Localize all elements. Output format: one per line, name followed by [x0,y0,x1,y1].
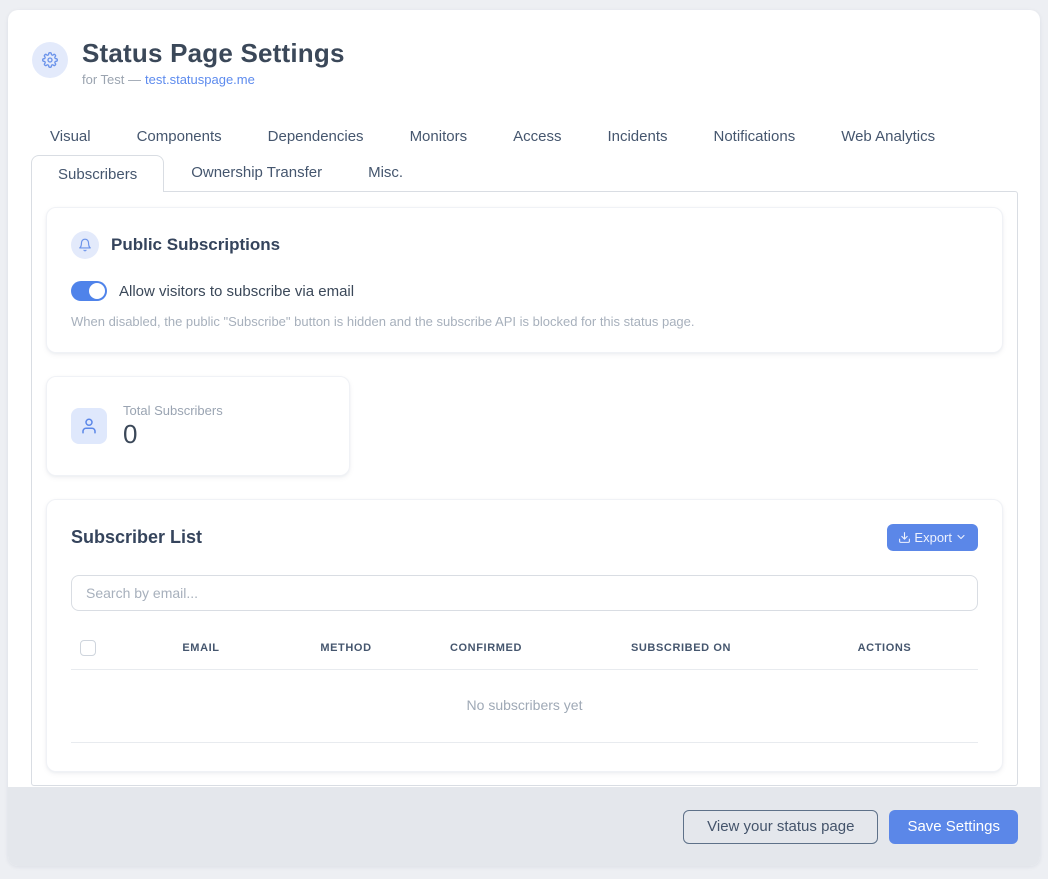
subscriber-list-header: Subscriber List Export [71,524,978,551]
page-header-text: Status Page Settings for Test — test.stat… [82,38,345,87]
tab-ownership-transfer[interactable]: Ownership Transfer [172,154,341,191]
empty-state: No subscribers yet [71,670,978,743]
status-page-link[interactable]: test.statuspage.me [145,72,255,87]
view-status-page-button[interactable]: View your status page [683,810,878,844]
subscribe-helper-text: When disabled, the public "Subscribe" bu… [71,314,978,329]
select-all-checkbox[interactable] [80,640,96,656]
tab-subscribers[interactable]: Subscribers [31,155,164,192]
toggle-knob [89,283,105,299]
tab-incidents[interactable]: Incidents [588,120,686,154]
total-subscribers-label: Total Subscribers [123,403,223,418]
subscribe-toggle[interactable] [71,281,107,301]
tab-dependencies[interactable]: Dependencies [249,120,383,154]
subscriber-list-title: Subscriber List [71,527,202,548]
export-button[interactable]: Export [887,524,978,551]
tab-components[interactable]: Components [118,120,241,154]
tab-row-secondary: SubscribersOwnership TransferMisc. [31,154,1018,191]
public-subscriptions-title: Public Subscriptions [111,235,280,255]
public-subscriptions-card: Public Subscriptions Allow visitors to s… [46,207,1003,353]
download-icon [898,531,911,544]
tab-row-primary: VisualComponentsDependenciesMonitorsAcce… [31,120,1018,154]
bell-icon [71,231,99,259]
column-header-subscribed-on: SUBSCRIBED ON [571,642,791,654]
settings-window: Status Page Settings for Test — test.stat… [8,10,1040,866]
search-input[interactable] [71,575,978,611]
user-icon [71,408,107,444]
page-title: Status Page Settings [82,38,345,69]
table-header-row: EMAILMETHODCONFIRMEDSUBSCRIBED ONACTIONS [71,631,978,670]
tab-notifications[interactable]: Notifications [695,120,815,154]
subtitle-prefix: for Test — [82,72,141,87]
page-subtitle: for Test — test.statuspage.me [82,72,345,87]
subscribe-toggle-label: Allow visitors to subscribe via email [119,283,354,300]
page-header: Status Page Settings for Test — test.stat… [30,38,1018,87]
column-header-email: EMAIL [111,642,291,654]
settings-tabs: VisualComponentsDependenciesMonitorsAcce… [30,120,1018,786]
tab-visual[interactable]: Visual [31,120,110,154]
tab-misc[interactable]: Misc. [349,154,422,191]
subscriber-list-card: Subscriber List Export [46,499,1003,772]
column-header-method: METHOD [291,642,401,654]
subscribers-tab-panel: Public Subscriptions Allow visitors to s… [31,191,1018,786]
column-header-confirmed: CONFIRMED [401,642,571,654]
chevron-down-icon [955,531,967,543]
tab-web-analytics[interactable]: Web Analytics [822,120,954,154]
total-subscribers-text: Total Subscribers 0 [123,403,223,449]
gear-icon [32,42,68,78]
select-all-cell [71,640,111,656]
subscribe-toggle-row: Allow visitors to subscribe via email [71,281,978,301]
save-settings-button[interactable]: Save Settings [889,810,1018,844]
total-subscribers-card: Total Subscribers 0 [46,376,350,476]
column-header-actions: ACTIONS [791,642,978,654]
footer-bar: View your status page Save Settings [8,787,1040,866]
tab-access[interactable]: Access [494,120,580,154]
settings-body: Status Page Settings for Test — test.stat… [8,10,1040,787]
total-subscribers-value: 0 [123,420,223,449]
export-button-label: Export [914,530,952,545]
tab-monitors[interactable]: Monitors [391,120,487,154]
public-subscriptions-header: Public Subscriptions [71,231,978,259]
